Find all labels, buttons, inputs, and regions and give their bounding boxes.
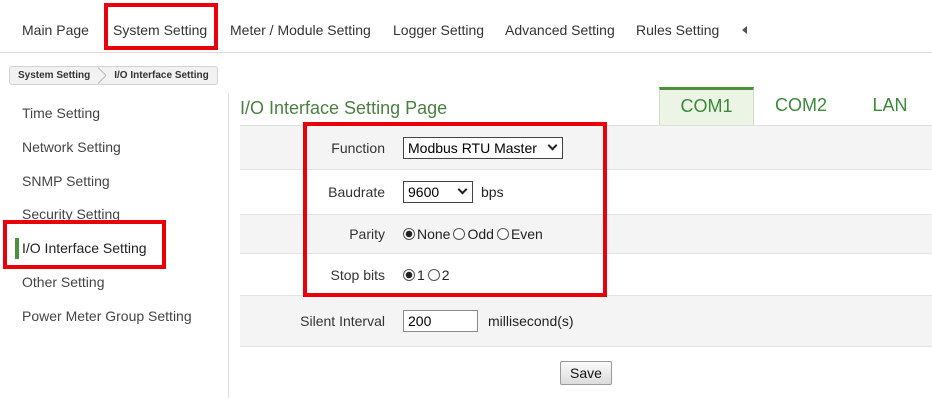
nav-item-logger-setting[interactable]: Logger Setting <box>393 21 484 39</box>
baudrate-row: Baudrate 9600 bps <box>240 170 932 215</box>
parity-odd-label: Odd <box>467 226 494 242</box>
tab-lan[interactable]: LAN <box>848 87 932 125</box>
silent-interval-input[interactable] <box>403 310 478 332</box>
stop-bits-label: Stop bits <box>330 266 385 283</box>
baudrate-value-cell: 9600 bps <box>393 181 504 203</box>
sidebar-divider <box>228 93 229 398</box>
sidebar-item-power-meter-group-setting[interactable]: Power Meter Group Setting <box>22 307 192 325</box>
stop-bits-option-2[interactable]: 2 <box>427 266 450 283</box>
stop-bits-1-label: 1 <box>417 266 425 283</box>
baudrate-select-wrapper: 9600 <box>403 181 473 203</box>
baudrate-label: Baudrate <box>328 184 385 200</box>
parity-none-label: None <box>417 226 451 242</box>
silent-interval-value-cell: millisecond(s) <box>393 310 574 332</box>
sidebar-item-io-interface-setting[interactable]: I/O Interface Setting <box>15 238 147 259</box>
nav-item-rules-setting[interactable]: Rules Setting <box>636 21 719 39</box>
breadcrumb-item-system-setting[interactable]: System Setting <box>10 67 98 84</box>
parity-option-even[interactable]: Even <box>496 226 543 242</box>
parity-option-none[interactable]: None <box>403 226 450 242</box>
breadcrumb: System Setting I/O Interface Setting <box>9 66 218 85</box>
function-row: Function Modbus RTU Master <box>240 126 932 170</box>
parity-odd-radio[interactable] <box>453 228 466 240</box>
stop-bits-row: Stop bits 1 2 <box>240 254 932 296</box>
top-navigation: Main Page System Setting Meter / Module … <box>0 0 932 53</box>
parity-row: Parity None Odd Even <box>240 215 932 254</box>
function-label: Function <box>331 139 385 156</box>
sidebar-item-other-setting[interactable]: Other Setting <box>22 273 105 291</box>
parity-even-radio[interactable] <box>496 228 509 240</box>
silent-interval-row: Silent Interval millisecond(s) <box>240 296 932 347</box>
sidebar-item-snmp-setting[interactable]: SNMP Setting <box>22 172 110 190</box>
stop-bits-value-cell: 1 2 <box>393 267 453 283</box>
function-select-wrapper: Modbus RTU Master <box>403 136 563 159</box>
baudrate-unit: bps <box>481 184 504 200</box>
parity-label: Parity <box>349 226 385 242</box>
nav-item-system-setting[interactable]: System Setting <box>113 21 207 39</box>
baudrate-select[interactable]: 9600 <box>403 181 473 203</box>
page-title: I/O Interface Setting Page <box>240 98 448 118</box>
stop-bits-2-radio[interactable] <box>427 268 440 281</box>
parity-none-radio[interactable] <box>403 228 415 240</box>
function-value-cell: Modbus RTU Master <box>393 136 563 159</box>
silent-interval-unit: millisecond(s) <box>488 313 574 329</box>
tab-com2[interactable]: COM2 <box>756 87 846 125</box>
parity-value-cell: None Odd Even <box>393 226 546 242</box>
stop-bits-2-label: 2 <box>441 266 450 283</box>
function-select[interactable]: Modbus RTU Master <box>403 136 563 159</box>
scroll-left-icon[interactable] <box>742 26 747 34</box>
parity-option-odd[interactable]: Odd <box>453 226 494 242</box>
nav-item-main-page[interactable]: Main Page <box>22 21 89 39</box>
nav-item-meter-module-setting[interactable]: Meter / Module Setting <box>230 21 371 39</box>
silent-interval-label: Silent Interval <box>300 313 385 329</box>
nav-item-advanced-setting[interactable]: Advanced Setting <box>505 21 615 39</box>
sidebar-item-security-setting[interactable]: Security Setting <box>22 205 120 223</box>
sidebar-item-network-setting[interactable]: Network Setting <box>22 138 121 156</box>
stop-bits-option-1[interactable]: 1 <box>403 267 425 283</box>
save-row: Save <box>240 347 932 398</box>
io-settings-form: Function Modbus RTU Master Baudrate 9600… <box>240 125 932 398</box>
breadcrumb-separator-icon <box>98 67 106 84</box>
parity-even-label: Even <box>510 226 543 242</box>
breadcrumb-item-io-interface-setting: I/O Interface Setting <box>114 70 209 81</box>
sidebar-item-time-setting[interactable]: Time Setting <box>22 104 100 122</box>
tab-com1[interactable]: COM1 <box>659 87 754 125</box>
stop-bits-1-radio[interactable] <box>403 268 415 281</box>
save-button[interactable]: Save <box>560 360 612 385</box>
